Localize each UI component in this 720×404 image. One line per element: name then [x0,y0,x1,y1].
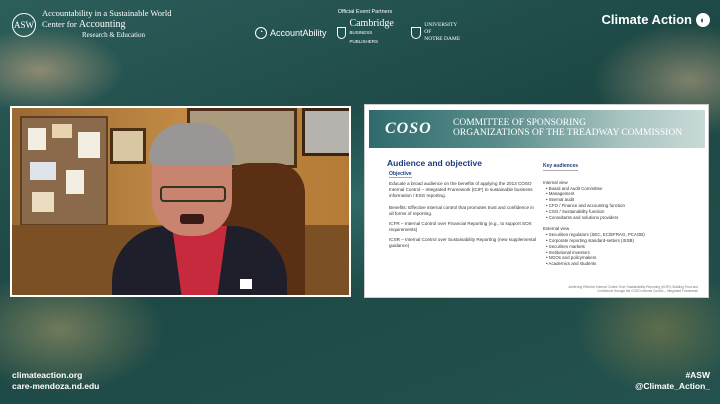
coso-logo: COSO [385,120,432,137]
presentation-slide: COSO Committee of Sponsoring Organizatio… [364,104,709,298]
slide-title: Audience and objective [387,158,482,168]
cambridge-logo: Cambridge BUSINESS PUBLISHERS [336,19,402,46]
objective-section: Objective Educate a broad audience on th… [389,171,539,253]
wall-coins-frame [302,108,349,156]
globe-icon: ◐ [696,12,710,27]
twitter-handle: @Climate_Action_ [635,381,710,391]
notre-dame-shield-icon [411,26,422,39]
notre-dame-logo: UNIVERSITY OF NOTRE DAME [411,22,465,43]
logo-line3: Research & Education [82,31,145,39]
footer-urls: climateaction.org care-mendoza.nd.edu [12,370,99,392]
logo-line1: Accountability in a Sustainable World [42,8,172,18]
asw-logo-text: Accountability in a Sustainable World Ce… [42,8,171,41]
icsr-text: ICSR – Internal Control over Sustainabil… [389,237,537,248]
glasses [160,186,226,202]
footer-social: #ASW @Climate_Action_ [635,370,710,392]
climate-action-logo: Climate Action ◐ [601,12,710,27]
audiences-section: Key audiences Internal view Board and Au… [543,163,693,267]
climate-action-url: climateaction.org [12,370,83,380]
cambridge-shield-icon [336,26,347,39]
benefits-text: Benefits: Effective internal control tha… [389,205,534,216]
objective-text: Educate a broad audience on the benefits… [389,181,533,198]
accountability-logo: ◔ AccountAbility [255,26,327,39]
hashtag: #ASW [685,370,710,380]
event-partners: Official Event Partners ◔ AccountAbility… [255,9,465,46]
partners-label: Official Event Partners [337,9,393,15]
speaker [112,123,287,295]
header-bar: ASW Accountability in a Sustainable Worl… [0,0,720,48]
accountability-icon: ◔ [255,26,267,39]
objective-heading: Objective [389,171,412,178]
external-list: Securities regulators (SEC, EC/EFRAG, PC… [543,232,693,267]
internal-list: Board and Audit Committee Management Int… [543,186,693,221]
slide-banner: COSO Committee of Sponsoring Organizatio… [369,110,705,148]
icfr-text: ICFR – Internal Control over Financial R… [389,221,532,232]
list-item: Consultants and solutions providers [546,215,693,221]
asw-logo: ASW Accountability in a Sustainable Worl… [12,8,171,41]
corkboard [20,116,108,226]
lapel-pin [240,279,252,289]
seal-icon: ASW [12,12,36,37]
speaker-video [10,106,351,297]
slide-footer: Achieving Effective Internal Control Ove… [568,285,698,293]
coso-org-name: Committee of Sponsoring Organizations of… [453,118,683,138]
care-mendoza-url: care-mendoza.nd.edu [12,381,100,391]
logo-line2: Center for Accounting [42,19,126,30]
brand-name: Climate Action [601,12,692,27]
audiences-heading: Key audiences [543,163,579,171]
list-item: Academics and students [546,261,693,267]
